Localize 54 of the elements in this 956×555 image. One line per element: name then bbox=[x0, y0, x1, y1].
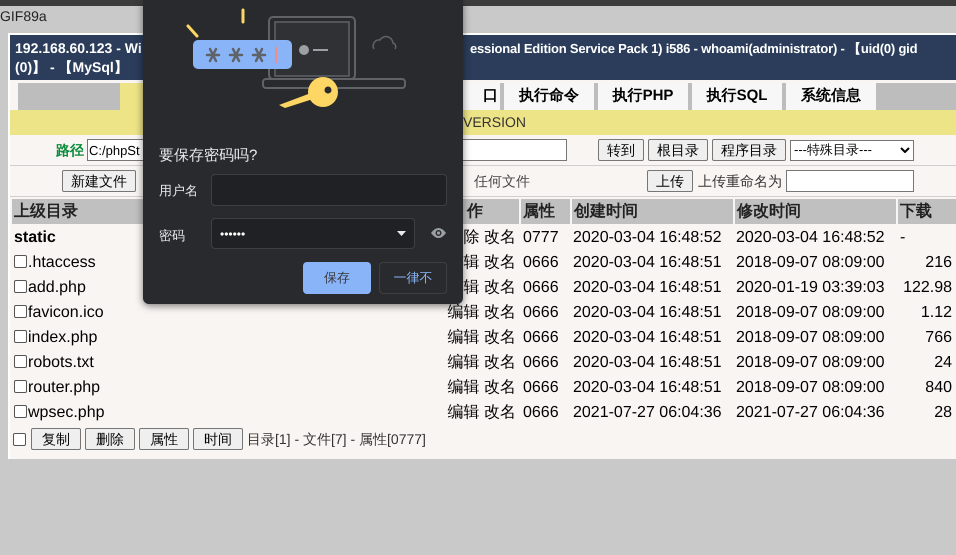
tab[interactable]: 执行SQL bbox=[692, 83, 782, 110]
dropdown-caret-icon bbox=[397, 231, 406, 236]
tab[interactable]: 系统信息 bbox=[786, 83, 876, 110]
form-button[interactable]: 程序目录 bbox=[712, 139, 786, 161]
file-link[interactable]: index.php bbox=[28, 329, 98, 346]
eye-icon[interactable] bbox=[431, 227, 446, 239]
file-note: 任何文件 bbox=[474, 172, 530, 190]
form-button[interactable]: 时间 bbox=[193, 428, 243, 450]
form-button[interactable]: 复制 bbox=[31, 428, 81, 450]
form-button[interactable]: 根目录 bbox=[648, 139, 708, 161]
file-link[interactable]: wpsec.php bbox=[28, 404, 104, 421]
checkbox[interactable] bbox=[13, 432, 26, 446]
page-text: GIF89a bbox=[0, 7, 48, 26]
info-text: VERSION bbox=[463, 113, 526, 132]
rename-label: 上传重命名为 bbox=[698, 172, 782, 190]
dialog-title: 要保存密码吗? bbox=[159, 146, 258, 166]
tab[interactable]: 执行PHP bbox=[598, 83, 688, 110]
header-text: essional Edition Service Pack 1) i586 - whoami(administrator) - 【uid(0) gid bbox=[470, 40, 918, 58]
header-text: (0)】 - 【MySql】 bbox=[15, 58, 129, 77]
rename-field[interactable] bbox=[786, 170, 914, 192]
checkbox[interactable] bbox=[14, 380, 27, 393]
checkbox[interactable] bbox=[14, 280, 27, 293]
folder-link[interactable]: static bbox=[14, 229, 56, 246]
checkbox[interactable] bbox=[14, 330, 27, 343]
checkbox[interactable] bbox=[14, 305, 27, 318]
chevron-down-icon bbox=[900, 147, 910, 153]
password-field[interactable]: •••••• bbox=[211, 218, 415, 249]
form-button[interactable]: 上传 bbox=[647, 170, 693, 192]
field-label: 用户名 bbox=[159, 182, 198, 200]
summary-text: 目录[1] - 文件[7] - 属性[0777] bbox=[247, 430, 426, 449]
checkbox[interactable] bbox=[14, 405, 27, 418]
file-link[interactable]: robots.txt bbox=[28, 354, 94, 371]
file-link[interactable]: add.php bbox=[28, 279, 86, 296]
header-text: 192.168.60.123 - Wi bbox=[15, 39, 143, 58]
form-button[interactable]: 转到 bbox=[598, 139, 644, 161]
field-label: 密码 bbox=[159, 227, 185, 245]
checkbox[interactable] bbox=[14, 255, 27, 268]
username-field[interactable] bbox=[211, 174, 447, 206]
checkbox[interactable] bbox=[14, 355, 27, 368]
file-link[interactable]: .htaccess bbox=[28, 254, 96, 271]
form-button[interactable]: 删除 bbox=[85, 428, 135, 450]
dialog-button[interactable]: 一律不 bbox=[379, 262, 447, 294]
dialog-button[interactable]: 保存 bbox=[303, 262, 371, 294]
special-dir-select[interactable]: ---特殊目录--- bbox=[790, 140, 914, 160]
column-header: 下载 bbox=[898, 199, 956, 224]
tab[interactable]: 执行命令 bbox=[504, 83, 594, 110]
path-label: 路径 bbox=[56, 140, 83, 160]
form-button[interactable]: 属性 bbox=[139, 428, 189, 450]
column-header: 创建时间 bbox=[572, 199, 733, 224]
column-header: 修改时间 bbox=[735, 199, 896, 224]
file-link[interactable]: favicon.ico bbox=[28, 304, 104, 321]
column-header: 属性 bbox=[521, 199, 570, 224]
file-link[interactable]: router.php bbox=[28, 379, 100, 396]
form-button[interactable]: 新建文件 bbox=[62, 170, 136, 192]
